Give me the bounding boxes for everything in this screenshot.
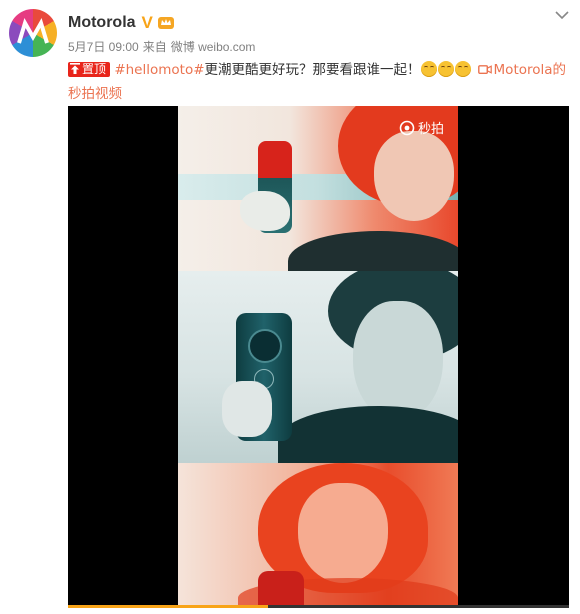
phone-image — [258, 571, 304, 608]
video-progress-bar[interactable] — [68, 605, 569, 608]
video-progress-fill — [68, 605, 269, 608]
video-frame-bottom — [178, 463, 458, 608]
source-prefix: 来自 — [142, 40, 167, 54]
post-meta: 5月7日 09:00 来自 微博 weibo.com — [68, 38, 259, 55]
post-source[interactable]: 微博 weibo.com — [171, 40, 256, 54]
verified-v-icon[interactable]: V — [142, 14, 153, 32]
post-text: 置顶 #hellomoto#更潮更酷更好玩？那要看跟谁一起！ Motorola的秒… — [68, 58, 573, 106]
smile-emoji-icon — [420, 61, 437, 77]
avatar[interactable] — [9, 9, 57, 57]
video-watermark: 秒拍 — [399, 118, 444, 137]
smile-emoji-icon — [454, 61, 471, 77]
video-player[interactable]: 秒拍 — [68, 106, 569, 608]
smile-emoji-icon — [437, 61, 454, 77]
username[interactable]: Motorola — [68, 14, 136, 32]
post-body-text: 更潮更酷更好玩？那要看跟谁一起！ — [204, 62, 421, 78]
watermark-text: 秒拍 — [418, 122, 445, 137]
hashtag-link[interactable]: #hellomoto# — [114, 62, 204, 78]
pin-badge: 置顶 — [68, 62, 111, 77]
post-date[interactable]: 5月7日 09:00 — [68, 40, 139, 54]
post-header: Motorola V — [68, 12, 175, 34]
member-crown-icon[interactable] — [157, 16, 175, 30]
pin-top-icon — [70, 63, 80, 74]
weibo-post-card: Motorola V 5月7日 09:00 来自 微博 weibo.com 置顶 #… — [0, 0, 580, 614]
chevron-down-icon[interactable] — [555, 10, 569, 20]
miaopai-icon — [399, 120, 415, 135]
video-camera-icon — [477, 65, 492, 74]
video-frame-middle — [178, 271, 458, 463]
motorola-logo-icon — [17, 17, 49, 44]
pin-label: 置顶 — [82, 62, 107, 76]
